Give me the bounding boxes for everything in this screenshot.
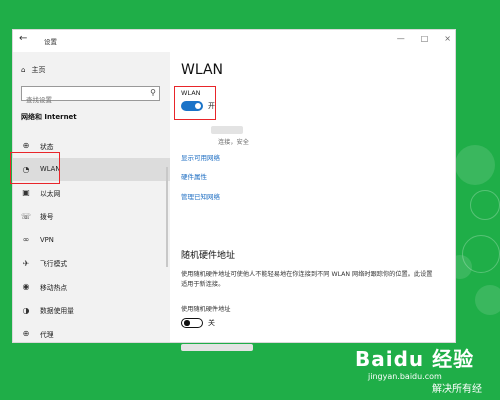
decor-circle — [475, 285, 500, 315]
sidebar-item-以太网[interactable]: ▣ 以太网 — [13, 181, 170, 205]
sidebar-item-拨号[interactable]: ☏ 拨号 — [13, 205, 170, 229]
ethernet-icon: ▣ — [22, 188, 30, 198]
baidu-watermark-slogan: 解决所有经 — [432, 384, 482, 395]
network-status: 连接，安全 — [218, 139, 249, 146]
baidu-watermark-logo: Baidu 经验 — [355, 347, 475, 371]
redacted-text — [181, 344, 253, 351]
toggle-knob — [184, 320, 190, 326]
title-bar: ← 设置 — □ × — [13, 30, 455, 52]
random-hw-title: 随机硬件地址 — [181, 251, 236, 261]
random-hw-toggle[interactable] — [181, 318, 203, 328]
sidebar-section-title: 网络和 Internet — [21, 113, 77, 121]
dialup-icon: ☏ — [21, 211, 32, 221]
sidebar-scrollbar[interactable] — [166, 167, 168, 267]
random-hw-description: 使用随机硬件地址可使他人不能轻易地在你连接到不同 WLAN 网络时跟踪你的位置。… — [181, 271, 433, 288]
globe-icon: ⊕ — [22, 141, 30, 151]
decor-circle — [455, 145, 495, 185]
sidebar-home-label: 主页 — [31, 66, 46, 74]
vpn-icon: ∞ — [22, 235, 30, 245]
annotation-highlight-wlan-nav — [10, 152, 60, 184]
baidu-watermark-url: jingyan.baidu.com — [368, 372, 442, 381]
random-hw-toggle-label: 使用随机硬件地址 — [181, 306, 231, 313]
sidebar-item-label: 状态 — [40, 142, 54, 151]
sidebar-item-label: VPN — [40, 235, 54, 244]
sidebar-item-vpn[interactable]: ∞ VPN — [13, 228, 170, 252]
proxy-icon: ⊕ — [22, 329, 30, 339]
connected-network[interactable]: 连接，安全 — [181, 124, 321, 146]
show-available-networks-link[interactable]: 显示可用网络 — [181, 152, 220, 162]
search-box[interactable]: ⚲ — [21, 86, 160, 107]
network-name-redacted — [211, 126, 243, 134]
sidebar-item-代理[interactable]: ⊕ 代理 — [13, 322, 170, 346]
window-controls: — □ × — [397, 34, 451, 43]
window-title: 设置 — [44, 38, 57, 46]
maximize-button[interactable]: □ — [421, 34, 429, 43]
random-hw-toggle-state: 关 — [208, 319, 215, 327]
random-hw-toggle-row: 关 — [181, 318, 215, 328]
settings-window: ← 设置 — □ × ⌂ 主页 ⚲ 网络和 Internet ⊕状态◔WLAN▣… — [10, 30, 455, 351]
decor-ring — [470, 190, 500, 220]
sidebar-item-label: 以太网 — [40, 189, 61, 198]
sidebar-item-label: 飞行模式 — [40, 260, 68, 269]
data-usage-icon: ◑ — [22, 305, 30, 315]
sidebar-item-数据使用量[interactable]: ◑ 数据使用量 — [13, 299, 170, 323]
manage-known-networks-link[interactable]: 管理已知网络 — [181, 191, 220, 201]
sidebar-item-label: 代理 — [40, 330, 54, 339]
sidebar-item-移动热点[interactable]: ◉ 移动热点 — [13, 275, 170, 299]
sidebar-home[interactable]: ⌂ 主页 — [21, 65, 45, 75]
annotation-highlight-wlan-toggle — [174, 86, 216, 120]
sidebar-item-label: 拨号 — [40, 213, 54, 222]
sidebar-item-label: 数据使用量 — [40, 307, 74, 316]
close-button[interactable]: × — [444, 34, 451, 43]
home-icon: ⌂ — [21, 66, 26, 74]
page-title: WLAN — [181, 62, 224, 78]
sidebar-item-label: 移动热点 — [40, 283, 68, 292]
hardware-properties-link[interactable]: 硬件属性 — [181, 171, 207, 181]
sidebar-item-飞行模式[interactable]: ✈ 飞行模式 — [13, 252, 170, 276]
airplane-icon: ✈ — [22, 258, 30, 268]
sidebar: ⌂ 主页 ⚲ 网络和 Internet ⊕状态◔WLAN▣以太网☏拨号∞VPN✈… — [13, 52, 170, 342]
search-input[interactable] — [22, 93, 146, 107]
search-icon[interactable]: ⚲ — [150, 88, 156, 97]
back-arrow-icon[interactable]: ← — [19, 33, 27, 44]
hotspot-icon: ◉ — [22, 282, 30, 292]
minimize-button[interactable]: — — [397, 34, 405, 43]
